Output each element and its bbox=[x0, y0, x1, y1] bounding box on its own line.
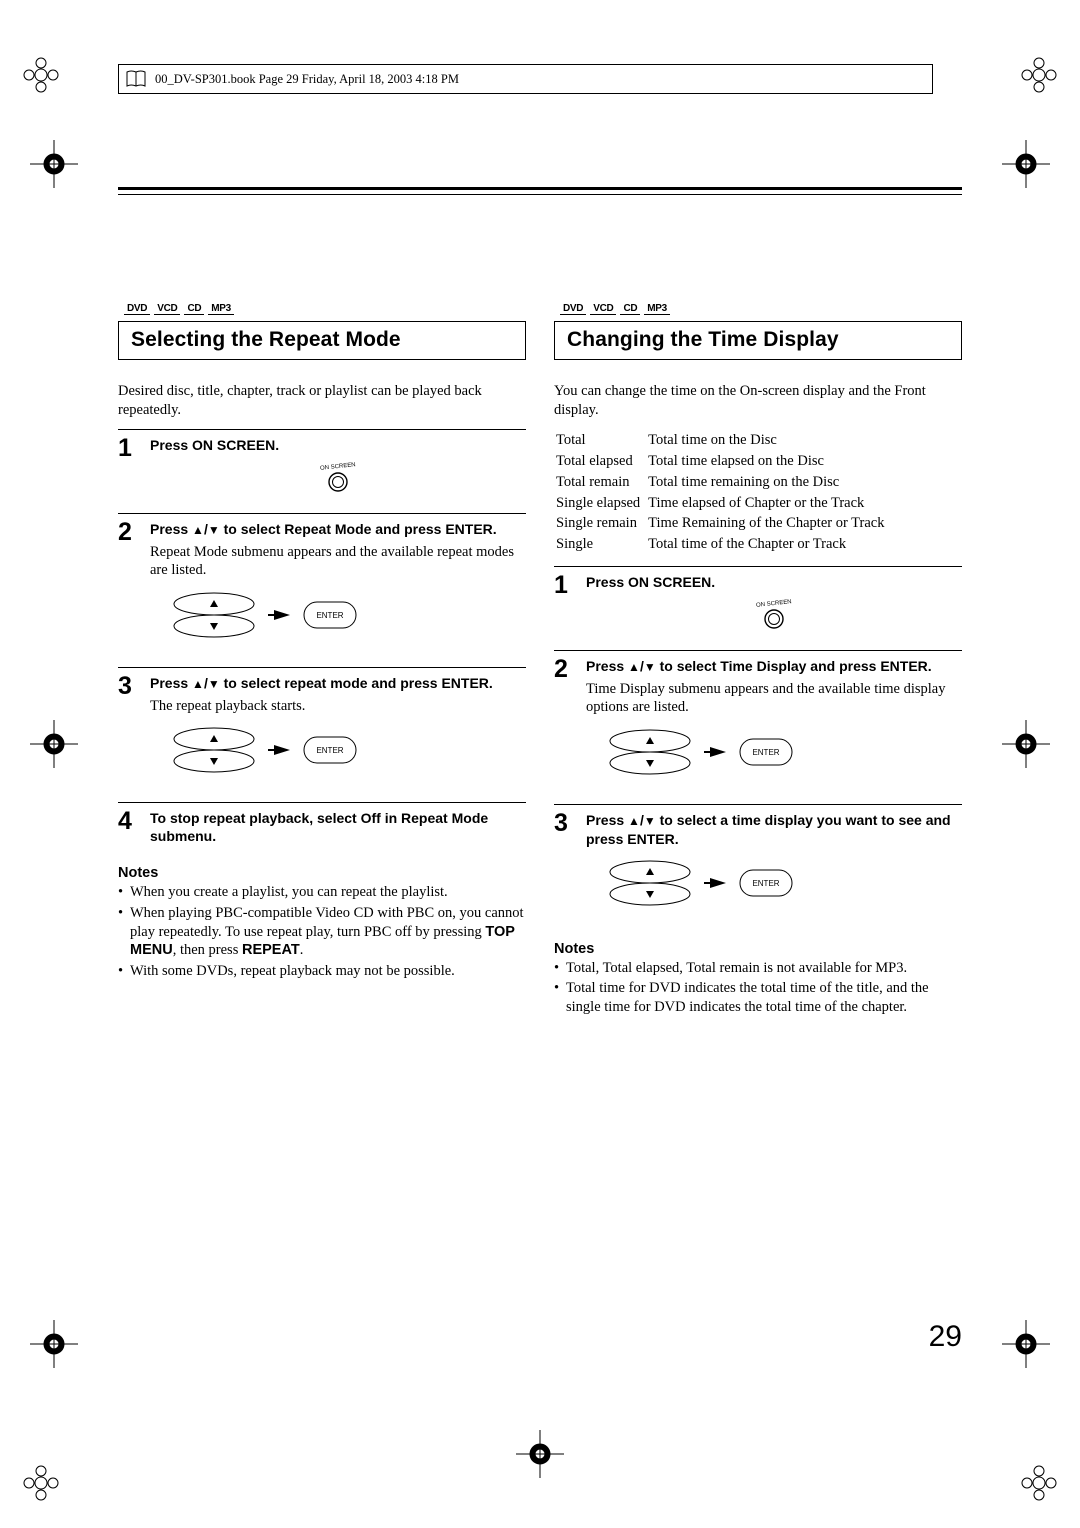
step-title: Press ▲/▼ to select a time display you w… bbox=[586, 811, 962, 848]
svg-text:ENTER: ENTER bbox=[752, 748, 779, 757]
note-item: Total time for DVD indicates the total t… bbox=[566, 979, 962, 1016]
updown-enter-icon: ENTER bbox=[164, 588, 526, 647]
book-icon bbox=[125, 68, 147, 90]
onscreen-button-icon: ON SCREEN bbox=[150, 460, 526, 499]
corner-flower-icon bbox=[1014, 50, 1064, 100]
page-number: 29 bbox=[929, 1320, 962, 1354]
step-title: Press ▲/▼ to select Time Display and pre… bbox=[586, 657, 962, 676]
divider-thin bbox=[118, 194, 962, 195]
notes-heading: Notes bbox=[118, 865, 526, 881]
header-text: 00_DV-SP301.book Page 29 Friday, April 1… bbox=[155, 72, 459, 87]
note-item: With some DVDs, repeat playback may not … bbox=[130, 962, 526, 981]
badge-vcd: VCD bbox=[590, 303, 616, 315]
step-title: Press ▲/▼ to select Repeat Mode and pres… bbox=[150, 520, 526, 539]
svg-text:ENTER: ENTER bbox=[752, 879, 779, 888]
step-text: The repeat playback starts. bbox=[150, 697, 526, 716]
step-text: Repeat Mode submenu appears and the avai… bbox=[150, 543, 526, 580]
step-number: 4 bbox=[118, 809, 140, 849]
intro-text: You can change the time on the On-screen… bbox=[554, 382, 962, 419]
badge-mp3: MP3 bbox=[644, 303, 670, 315]
badge-dvd: DVD bbox=[560, 303, 586, 315]
step: 3 Press ▲/▼ to select a time display you… bbox=[554, 804, 962, 925]
step-number: 2 bbox=[118, 520, 140, 657]
step-text: Time Display submenu appears and the ava… bbox=[586, 680, 962, 717]
section-title-box: Selecting the Repeat Mode bbox=[118, 321, 526, 360]
corner-flower-icon bbox=[16, 50, 66, 100]
step: 4 To stop repeat playback, select Off in… bbox=[118, 802, 526, 849]
step-number: 1 bbox=[554, 573, 576, 640]
badge-dvd: DVD bbox=[124, 303, 150, 315]
svg-text:ON SCREEN: ON SCREEN bbox=[756, 600, 792, 610]
note-item: When playing PBC-compatible Video CD wit… bbox=[130, 904, 526, 960]
registration-mark-icon bbox=[1002, 720, 1050, 768]
step-title: Press ON SCREEN. bbox=[150, 436, 526, 454]
step-number: 3 bbox=[118, 674, 140, 792]
updown-enter-icon: ENTER bbox=[600, 856, 962, 915]
table-row: Total elapsedTotal time elapsed on the D… bbox=[556, 452, 884, 471]
badge-cd: CD bbox=[184, 303, 204, 315]
badge-mp3: MP3 bbox=[208, 303, 234, 315]
registration-mark-icon bbox=[1002, 1320, 1050, 1368]
page-content: 00_DV-SP301.book Page 29 Friday, April 1… bbox=[118, 64, 962, 1464]
svg-text:ENTER: ENTER bbox=[316, 611, 343, 620]
note-item: When you create a playlist, you can repe… bbox=[130, 883, 526, 902]
step-number: 2 bbox=[554, 657, 576, 794]
notes-heading: Notes bbox=[554, 941, 962, 957]
step: 2 Press ▲/▼ to select Repeat Mode and pr… bbox=[118, 513, 526, 657]
onscreen-button-icon: ON SCREEN bbox=[586, 597, 962, 636]
step: 1 Press ON SCREEN. ON SCREEN bbox=[118, 429, 526, 503]
step-title: Press ▲/▼ to select repeat mode and pres… bbox=[150, 674, 526, 693]
step-number: 1 bbox=[118, 436, 140, 503]
corner-flower-icon bbox=[1014, 1458, 1064, 1508]
table-row: Single elapsedTime elapsed of Chapter or… bbox=[556, 494, 884, 513]
step-title: To stop repeat playback, select Off in R… bbox=[150, 809, 526, 845]
step: 1 Press ON SCREEN. ON SCREEN bbox=[554, 566, 962, 640]
svg-text:ON SCREEN: ON SCREEN bbox=[320, 462, 356, 472]
note-item: Total, Total elapsed, Total remain is no… bbox=[566, 959, 962, 978]
section-title-box: Changing the Time Display bbox=[554, 321, 962, 360]
corner-flower-icon bbox=[16, 1458, 66, 1508]
table-row: Total remainTotal time remaining on the … bbox=[556, 473, 884, 492]
step-title: Press ON SCREEN. bbox=[586, 573, 962, 591]
registration-mark-icon bbox=[30, 720, 78, 768]
badge-vcd: VCD bbox=[154, 303, 180, 315]
section-title: Selecting the Repeat Mode bbox=[131, 328, 513, 352]
registration-mark-icon bbox=[30, 140, 78, 188]
notes-list: When you create a playlist, you can repe… bbox=[118, 883, 526, 980]
table-row: Single remainTime Remaining of the Chapt… bbox=[556, 514, 884, 533]
format-badges: DVD VCD CD MP3 bbox=[560, 303, 962, 315]
registration-mark-icon bbox=[1002, 140, 1050, 188]
left-column: DVD VCD CD MP3 Selecting the Repeat Mode… bbox=[118, 303, 526, 1018]
section-title: Changing the Time Display bbox=[567, 328, 949, 352]
registration-mark-icon bbox=[30, 1320, 78, 1368]
updown-enter-icon: ENTER bbox=[600, 725, 962, 784]
step-number: 3 bbox=[554, 811, 576, 925]
format-badges: DVD VCD CD MP3 bbox=[124, 303, 526, 315]
notes-list: Total, Total elapsed, Total remain is no… bbox=[554, 959, 962, 1017]
updown-enter-icon: ENTER bbox=[164, 723, 526, 782]
definitions-table: TotalTotal time on the Disc Total elapse… bbox=[554, 429, 886, 556]
right-column: DVD VCD CD MP3 Changing the Time Display… bbox=[554, 303, 962, 1018]
step: 3 Press ▲/▼ to select repeat mode and pr… bbox=[118, 667, 526, 792]
divider-thick bbox=[118, 187, 962, 190]
step: 2 Press ▲/▼ to select Time Display and p… bbox=[554, 650, 962, 794]
table-row: TotalTotal time on the Disc bbox=[556, 431, 884, 450]
badge-cd: CD bbox=[620, 303, 640, 315]
header-box: 00_DV-SP301.book Page 29 Friday, April 1… bbox=[118, 64, 933, 94]
svg-text:ENTER: ENTER bbox=[316, 746, 343, 755]
table-row: SingleTotal time of the Chapter or Track bbox=[556, 535, 884, 554]
intro-text: Desired disc, title, chapter, track or p… bbox=[118, 382, 526, 419]
